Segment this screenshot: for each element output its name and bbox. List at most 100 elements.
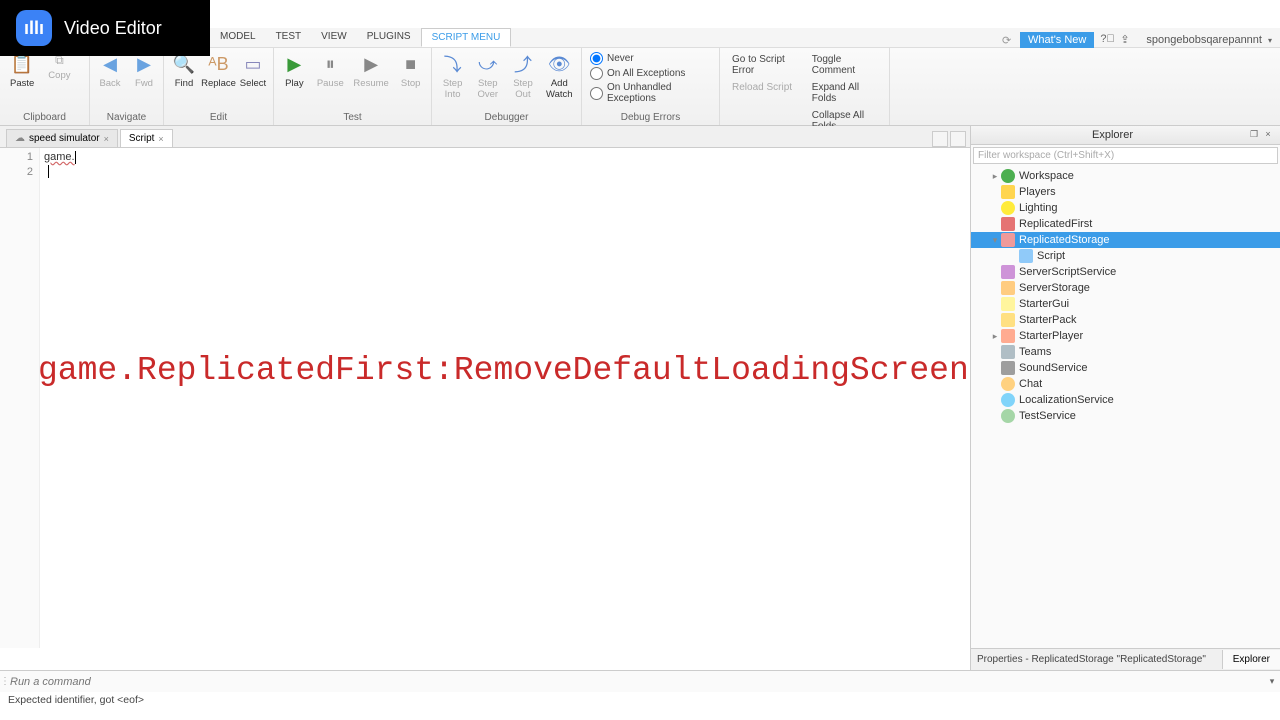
- tree-item-starterplayer[interactable]: ▸StarterPlayer: [971, 328, 1280, 344]
- panel-close-icon[interactable]: ×: [1262, 129, 1274, 141]
- expander-icon[interactable]: ▾: [989, 235, 1001, 246]
- node-icon: [1019, 249, 1033, 263]
- fwd-button[interactable]: ▶Fwd: [128, 50, 160, 91]
- tab-control-1[interactable]: [932, 131, 948, 147]
- step-out-button[interactable]: ⤴Step Out: [506, 50, 539, 102]
- tree-label: Lighting: [1019, 202, 1058, 214]
- share-icon[interactable]: ⇪: [1120, 33, 1134, 47]
- replace-button[interactable]: ᴬBReplace: [202, 50, 235, 91]
- tree-item-startergui[interactable]: StarterGui: [971, 296, 1280, 312]
- group-clipboard: Clipboard: [4, 110, 85, 125]
- node-icon: [1001, 185, 1015, 199]
- properties-title: Properties - ReplicatedStorage "Replicat…: [971, 654, 1222, 665]
- node-icon: [1001, 281, 1015, 295]
- explorer-tree: ▸ Workspace Players Lighting ReplicatedFirst…: [971, 166, 1280, 648]
- help-icon[interactable]: ?⃝: [1100, 33, 1114, 47]
- reload-script[interactable]: Reload Script: [728, 80, 800, 95]
- tree-label: Chat: [1019, 378, 1042, 390]
- user-dropdown-icon[interactable]: ▾: [1268, 36, 1272, 45]
- tree-label: ServerScriptService: [1019, 266, 1116, 278]
- text-cursor: [48, 165, 49, 178]
- expand-folds[interactable]: Expand All Folds: [808, 80, 881, 106]
- node-icon: [1001, 329, 1015, 343]
- tab-view[interactable]: VIEW: [311, 28, 357, 47]
- expander-icon[interactable]: ▸: [989, 331, 1001, 342]
- tree-label: ServerStorage: [1019, 282, 1090, 294]
- node-icon: [1001, 361, 1015, 375]
- tree-item-lighting[interactable]: Lighting: [971, 200, 1280, 216]
- tree-item-serverstorage[interactable]: ServerStorage: [971, 280, 1280, 296]
- properties-tab-explorer[interactable]: Explorer: [1222, 650, 1280, 669]
- tree-item-script[interactable]: Script: [971, 248, 1280, 264]
- upgrade-icon[interactable]: ⟳: [1002, 34, 1014, 46]
- resume-button[interactable]: ▶Resume: [350, 50, 392, 91]
- status-bar: Expected identifier, got <eof>: [0, 692, 1280, 712]
- tree-item-testservice[interactable]: TestService: [971, 408, 1280, 424]
- paste-button[interactable]: 📋Paste: [4, 50, 40, 91]
- tab-script-menu[interactable]: SCRIPT MENU: [421, 28, 512, 47]
- add-watch-button[interactable]: 👁Add Watch: [542, 50, 577, 102]
- explorer-header: Explorer ❐ ×: [971, 126, 1280, 145]
- pause-button[interactable]: ⏸Pause: [313, 50, 348, 91]
- stop-button[interactable]: ■Stop: [394, 50, 427, 91]
- group-debugger: Debugger: [436, 110, 577, 125]
- node-icon: [1001, 201, 1015, 215]
- line-gutter: 1 2: [0, 148, 40, 648]
- tree-item-workspace[interactable]: ▸ Workspace: [971, 168, 1280, 184]
- tree-label: Teams: [1019, 346, 1051, 358]
- explorer-title: Explorer: [977, 129, 1248, 141]
- panel-popout-icon[interactable]: ❐: [1248, 129, 1260, 141]
- tab-model[interactable]: MODEL: [210, 28, 266, 47]
- tree-item-soundservice[interactable]: SoundService: [971, 360, 1280, 376]
- close-icon[interactable]: ×: [104, 134, 109, 144]
- explorer-filter-input[interactable]: Filter workspace (Ctrl+Shift+X): [973, 147, 1278, 164]
- node-icon: [1001, 169, 1015, 183]
- tree-item-serverscriptservice[interactable]: ServerScriptService: [971, 264, 1280, 280]
- tree-label: StarterGui: [1019, 298, 1069, 310]
- toggle-comment[interactable]: Toggle Comment: [808, 52, 881, 78]
- tab-script-label: Script: [129, 133, 155, 144]
- select-button[interactable]: ▭Select: [237, 50, 269, 91]
- back-button[interactable]: ◀Back: [94, 50, 126, 91]
- node-icon: [1001, 297, 1015, 311]
- find-button[interactable]: 🔍Find: [168, 50, 200, 91]
- command-input[interactable]: [6, 676, 1264, 688]
- tree-item-players[interactable]: Players: [971, 184, 1280, 200]
- tree-item-replicatedfirst[interactable]: ReplicatedFirst: [971, 216, 1280, 232]
- debug-unhandled-radio[interactable]: On Unhandled Exceptions: [590, 82, 711, 104]
- username-label[interactable]: spongebobsqarepannnt: [1146, 34, 1262, 46]
- tree-item-chat[interactable]: Chat: [971, 376, 1280, 392]
- watermark-icon: ıllı: [16, 10, 52, 46]
- tab-test[interactable]: TEST: [266, 28, 312, 47]
- watermark-label: Video Editor: [64, 18, 162, 39]
- debug-never-radio[interactable]: Never: [590, 52, 711, 65]
- node-icon: [1001, 313, 1015, 327]
- tab-script[interactable]: Script ×: [120, 129, 173, 147]
- tree-item-starterpack[interactable]: StarterPack: [971, 312, 1280, 328]
- script-editor[interactable]: 1 2 game.: [0, 148, 970, 648]
- code-area[interactable]: game.: [40, 148, 970, 648]
- goto-script-error[interactable]: Go to Script Error: [728, 52, 800, 78]
- group-test: Test: [278, 110, 427, 125]
- tab-plugins[interactable]: PLUGINS: [357, 28, 421, 47]
- tree-item-replicatedstorage[interactable]: ▾ReplicatedStorage: [971, 232, 1280, 248]
- close-icon[interactable]: ×: [158, 134, 163, 144]
- tab-place[interactable]: ☁ speed simulator ×: [6, 129, 118, 147]
- tree-label: SoundService: [1019, 362, 1088, 374]
- group-edit: Edit: [168, 110, 269, 125]
- tree-label: TestService: [1019, 410, 1076, 422]
- step-into-button[interactable]: ⤵Step Into: [436, 50, 469, 102]
- tree-label: Workspace: [1019, 170, 1074, 182]
- cloud-icon: ☁: [15, 133, 25, 144]
- node-icon: [1001, 393, 1015, 407]
- play-button[interactable]: ▶Play: [278, 50, 311, 91]
- tree-item-localizationservice[interactable]: LocalizationService: [971, 392, 1280, 408]
- whats-new-button[interactable]: What's New: [1020, 32, 1094, 48]
- debug-all-radio[interactable]: On All Exceptions: [590, 67, 711, 80]
- command-dropdown-icon[interactable]: ▾: [1264, 676, 1280, 687]
- expander-icon[interactable]: ▸: [989, 171, 1001, 182]
- tree-item-teams[interactable]: Teams: [971, 344, 1280, 360]
- step-over-button[interactable]: ⤻Step Over: [471, 50, 504, 102]
- tab-control-2[interactable]: [950, 131, 966, 147]
- explorer-panel: Explorer ❐ × Filter workspace (Ctrl+Shif…: [970, 126, 1280, 648]
